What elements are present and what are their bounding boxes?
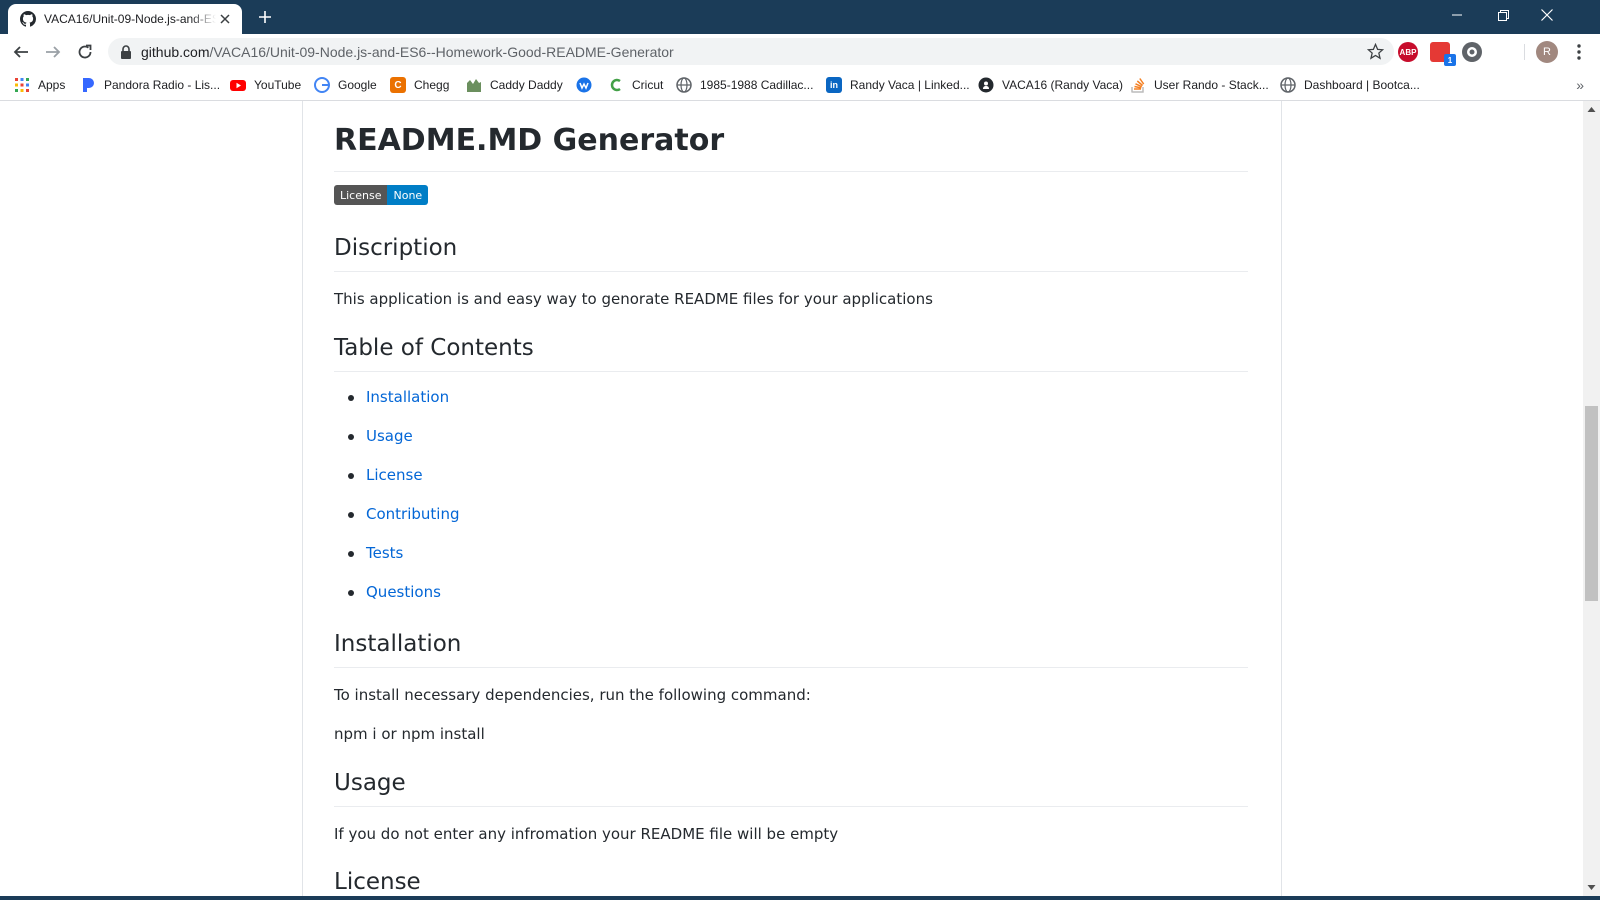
- license-heading: License: [334, 867, 1248, 896]
- bookmark-label: 1985-1988 Cadillac...: [700, 78, 814, 92]
- bullet: [348, 395, 354, 401]
- bookmark-google[interactable]: Google: [314, 76, 377, 94]
- restore-icon[interactable]: [1480, 0, 1526, 30]
- bookmark-linkedin[interactable]: in Randy Vaca | Linked...: [826, 76, 970, 94]
- window-bottom-edge: [0, 896, 1600, 900]
- bullet: [348, 512, 354, 518]
- url-path: /VACA16/Unit-09-Node.js-and-ES6--Homewor…: [209, 43, 674, 60]
- tab-close-icon[interactable]: [216, 10, 234, 28]
- extension-badge-icon: 1: [1444, 54, 1456, 66]
- profile-avatar[interactable]: R: [1536, 41, 1558, 63]
- badge-label: License: [334, 185, 388, 205]
- adblock-plus-icon[interactable]: ABP: [1398, 42, 1418, 62]
- bookmark-pandora[interactable]: Pandora Radio - Lis...: [80, 76, 220, 94]
- bookmark-label: YouTube: [254, 78, 302, 92]
- bullet: [348, 473, 354, 479]
- bullet: [348, 434, 354, 440]
- bookmark-label: Google: [338, 78, 377, 92]
- bullet: [348, 551, 354, 557]
- installation-text: To install necessary dependencies, run t…: [334, 686, 811, 704]
- toc-link-license[interactable]: License: [366, 465, 423, 485]
- bookmark-cricut[interactable]: Cricut: [608, 76, 663, 94]
- browser-toolbar: github.com/VACA16/Unit-09-Node.js-and-ES…: [0, 34, 1600, 69]
- bookmark-apps[interactable]: Apps: [14, 76, 65, 94]
- bookmarks-bar: Apps Pandora Radio - Lis... YouTube Goog…: [0, 69, 1600, 101]
- globe-icon: [1280, 77, 1296, 93]
- badge-value: None: [387, 185, 429, 205]
- page-viewport: README.MD Generator License None Discrip…: [0, 101, 1583, 896]
- toc-link-installation[interactable]: Installation: [366, 387, 449, 407]
- description-heading: Discription: [334, 233, 1248, 272]
- back-arrow-icon[interactable]: [8, 39, 34, 65]
- toc-link-usage[interactable]: Usage: [366, 426, 413, 446]
- extension-circle-icon[interactable]: [1462, 42, 1482, 62]
- bookmark-label: Cricut: [632, 78, 664, 92]
- caddy-daddy-icon: [467, 79, 481, 92]
- bookmark-caddy-daddy[interactable]: Caddy Daddy: [466, 76, 563, 94]
- lock-icon: [121, 44, 131, 59]
- bookmark-stackoverflow[interactable]: User Rando - Stack...: [1130, 76, 1269, 94]
- github-icon: [978, 77, 994, 93]
- bookmark-chegg[interactable]: C Chegg: [390, 76, 449, 94]
- bookmark-label: Chegg: [414, 78, 450, 92]
- adblock-label: ABP: [1399, 47, 1417, 57]
- readme-title: README.MD Generator: [334, 123, 1248, 172]
- bookmark-dashboard[interactable]: Dashboard | Bootca...: [1280, 76, 1420, 94]
- url-host: github.com: [141, 43, 210, 60]
- tab-strip: VACA16/Unit-09-Node.js-and-ES6--Homework…: [0, 0, 1600, 34]
- window-close-icon[interactable]: [1524, 0, 1570, 30]
- installation-heading: Installation: [334, 629, 1248, 668]
- scrollbar-thumb[interactable]: [1585, 406, 1598, 601]
- toc-link-tests[interactable]: Tests: [366, 543, 403, 563]
- bookmark-label: User Rando - Stack...: [1154, 78, 1269, 92]
- google-icon: [314, 77, 330, 93]
- new-tab-icon[interactable]: [255, 7, 275, 27]
- page-scrollbar[interactable]: [1583, 101, 1600, 896]
- forward-arrow-icon[interactable]: [40, 39, 66, 65]
- toolbar-separator: [1524, 44, 1525, 60]
- pandora-icon: [83, 78, 94, 92]
- usage-heading: Usage: [334, 768, 1248, 807]
- extension-icon[interactable]: 1: [1430, 42, 1456, 66]
- reload-icon[interactable]: [72, 39, 98, 65]
- bookmark-label: Caddy Daddy: [490, 78, 563, 92]
- bullet: [348, 590, 354, 596]
- bookmark-label: Dashboard | Bootca...: [1304, 78, 1420, 92]
- toc-heading: Table of Contents: [334, 333, 1248, 372]
- tab-title: VACA16/Unit-09-Node.js-and-ES6--Homework…: [44, 12, 216, 26]
- address-bar[interactable]: github.com/VACA16/Unit-09-Node.js-and-ES…: [108, 38, 1394, 65]
- minimize-icon[interactable]: [1434, 0, 1480, 30]
- cricut-icon: [610, 78, 621, 92]
- bookmark-wayback[interactable]: [576, 76, 600, 94]
- scroll-down-icon[interactable]: [1587, 883, 1596, 892]
- github-icon: [20, 11, 36, 27]
- license-badge[interactable]: License None: [334, 185, 429, 205]
- linkedin-icon: in: [826, 77, 842, 93]
- bookmark-github[interactable]: VACA16 (Randy Vaca): [978, 76, 1123, 94]
- bookmark-star-icon[interactable]: [1367, 43, 1384, 60]
- description-text: This application is and easy way to geno…: [334, 290, 933, 308]
- toc-link-questions[interactable]: Questions: [366, 582, 441, 602]
- url-text: github.com/VACA16/Unit-09-Node.js-and-ES…: [141, 44, 674, 60]
- chegg-icon: C: [390, 77, 406, 93]
- bookmark-cadillac[interactable]: 1985-1988 Cadillac...: [676, 76, 813, 94]
- apps-grid-icon: [15, 78, 29, 92]
- bookmark-youtube[interactable]: YouTube: [230, 76, 301, 94]
- globe-icon: [676, 77, 692, 93]
- kebab-menu-icon[interactable]: [1566, 39, 1592, 65]
- bookmark-label: Pandora Radio - Lis...: [104, 78, 221, 92]
- scroll-up-icon[interactable]: [1587, 105, 1596, 114]
- bookmarks-overflow-icon[interactable]: »: [1576, 77, 1584, 93]
- wayback-icon: [576, 77, 592, 93]
- bookmark-label: VACA16 (Randy Vaca): [1002, 78, 1123, 92]
- youtube-icon: [230, 80, 246, 91]
- bookmark-label: Apps: [38, 78, 66, 92]
- browser-tab[interactable]: VACA16/Unit-09-Node.js-and-ES6--Homework…: [8, 4, 242, 34]
- usage-text: If you do not enter any infromation your…: [334, 825, 839, 843]
- stackoverflow-icon: [1131, 78, 1145, 93]
- bookmark-label: Randy Vaca | Linked...: [850, 78, 970, 92]
- installation-command: npm i or npm install: [334, 725, 485, 743]
- toc-link-contributing[interactable]: Contributing: [366, 504, 459, 524]
